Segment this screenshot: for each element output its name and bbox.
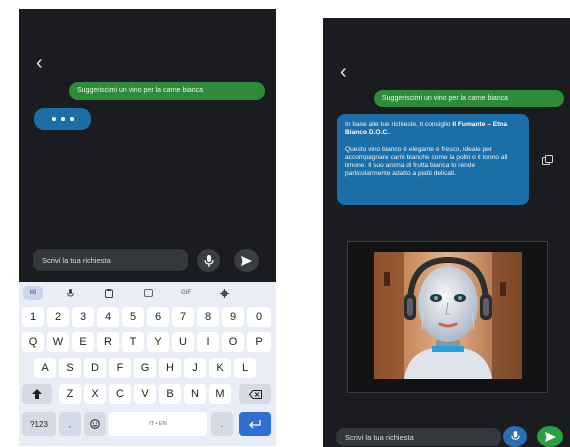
key[interactable]: T xyxy=(122,332,144,352)
key[interactable]: W xyxy=(47,332,69,352)
user-message-bubble: Suggeriscimi un vino per la carne bianca xyxy=(69,82,265,100)
key[interactable]: 2 xyxy=(47,307,69,327)
key[interactable]: 9 xyxy=(222,307,244,327)
key[interactable]: I xyxy=(197,332,219,352)
virtual-keyboard: 88 GIF 1 2 3 4 5 6 7 8 9 0 Q W E R T Y U… xyxy=(19,282,276,446)
symbols-key[interactable]: ?123 xyxy=(22,412,56,436)
key[interactable]: S xyxy=(59,358,81,378)
emoji-key[interactable] xyxy=(84,412,106,436)
key[interactable]: U xyxy=(172,332,194,352)
generated-image-frame xyxy=(347,241,548,393)
key[interactable]: 7 xyxy=(172,307,194,327)
period-key[interactable]: . xyxy=(211,412,233,436)
key[interactable]: A xyxy=(34,358,56,378)
back-arrow-icon[interactable]: ‹ xyxy=(36,53,43,73)
key[interactable]: P xyxy=(247,332,271,352)
key[interactable]: 0 xyxy=(247,307,271,327)
user-message-bubble: Suggeriscimi un vino per la carne bianca xyxy=(374,90,564,107)
mic-icon xyxy=(510,431,520,440)
key[interactable]: 5 xyxy=(122,307,144,327)
space-key[interactable]: IT • EN xyxy=(109,412,207,436)
robot-headphones-image[interactable] xyxy=(374,252,522,379)
send-icon xyxy=(241,255,252,266)
key[interactable]: R xyxy=(97,332,119,352)
shift-key[interactable] xyxy=(22,384,52,404)
key[interactable]: J xyxy=(184,358,206,378)
copy-icon[interactable] xyxy=(542,153,554,171)
phone-screen-response: ‹ Suggeriscimi un vino per la carne bian… xyxy=(323,18,570,447)
typing-dot xyxy=(51,117,56,121)
key[interactable]: B xyxy=(159,384,181,404)
key[interactable]: 4 xyxy=(97,307,119,327)
voice-input-icon[interactable] xyxy=(60,286,80,300)
send-button[interactable] xyxy=(537,426,563,447)
key[interactable]: N xyxy=(184,384,206,404)
key[interactable]: Z xyxy=(59,384,81,404)
typing-dot xyxy=(60,117,65,121)
typing-indicator xyxy=(34,108,91,130)
key[interactable]: E xyxy=(72,332,94,352)
key[interactable]: H xyxy=(159,358,181,378)
key[interactable]: 6 xyxy=(147,307,169,327)
key[interactable]: O xyxy=(222,332,244,352)
key[interactable]: D xyxy=(84,358,106,378)
key[interactable]: Y xyxy=(147,332,169,352)
key[interactable]: F xyxy=(109,358,131,378)
key[interactable]: C xyxy=(109,384,131,404)
send-icon xyxy=(544,431,556,442)
phone-screen-typing: ‹ Suggeriscimi un vino per la carne bian… xyxy=(19,9,276,446)
message-input[interactable]: Scrivi la tua richiesta xyxy=(336,428,501,446)
mic-button[interactable] xyxy=(503,426,527,447)
send-button[interactable] xyxy=(234,249,259,272)
emoji-icon xyxy=(90,419,100,429)
bot-message-bubble: In base alle tue richieste, ti consiglio… xyxy=(337,114,529,205)
apps-icon[interactable]: 88 xyxy=(23,286,43,300)
key[interactable]: X xyxy=(84,384,106,404)
backspace-icon xyxy=(248,389,262,399)
sticker-icon[interactable] xyxy=(138,286,158,300)
bot-message-intro: In base alle tue richieste, ti consiglio… xyxy=(345,121,507,137)
enter-icon xyxy=(249,419,261,428)
keyboard-toolbar: 88 GIF xyxy=(19,282,276,304)
key[interactable]: M xyxy=(209,384,231,404)
key[interactable]: G xyxy=(134,358,156,378)
key[interactable]: 1 xyxy=(22,307,44,327)
gif-button[interactable]: GIF xyxy=(176,286,196,300)
key[interactable]: V xyxy=(134,384,156,404)
comma-key[interactable]: , xyxy=(59,412,81,436)
key[interactable]: K xyxy=(209,358,231,378)
gear-icon[interactable] xyxy=(214,286,234,300)
clipboard-icon[interactable] xyxy=(99,286,119,300)
backspace-key[interactable] xyxy=(239,384,271,404)
key[interactable]: Q xyxy=(22,332,44,352)
key[interactable]: 8 xyxy=(197,307,219,327)
shift-icon xyxy=(32,389,42,399)
bot-message-body: Questo vino bianco è elegante e fresco, … xyxy=(345,145,508,178)
key[interactable]: L xyxy=(234,358,256,378)
key[interactable]: 3 xyxy=(72,307,94,327)
mic-button[interactable] xyxy=(197,249,220,272)
back-arrow-icon[interactable]: ‹ xyxy=(340,62,347,82)
typing-dot xyxy=(69,117,74,121)
mic-icon xyxy=(203,254,214,267)
message-input[interactable]: Scrivi la tua richiesta xyxy=(33,249,188,271)
enter-key[interactable] xyxy=(239,412,271,436)
